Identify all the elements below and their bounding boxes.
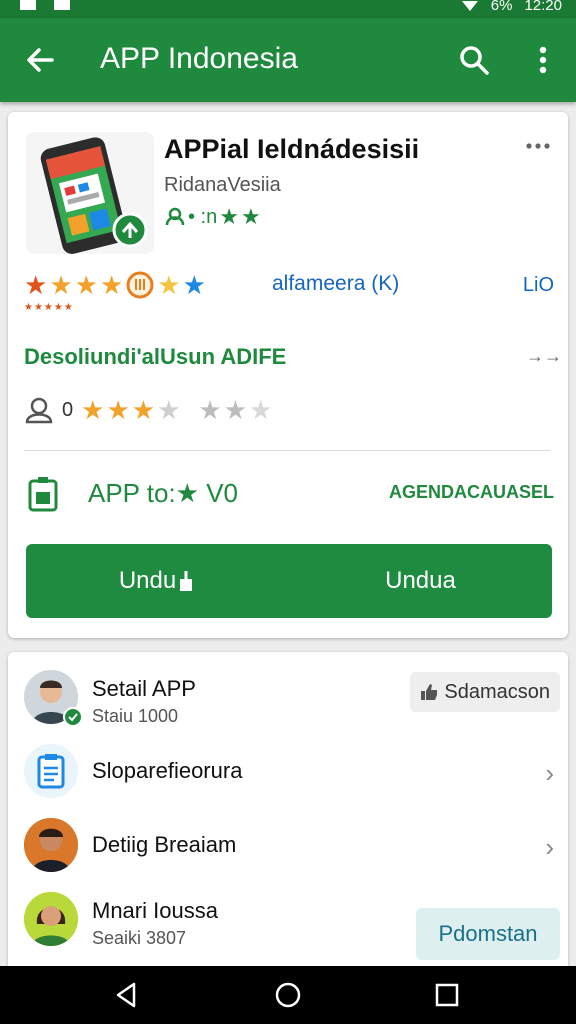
star-icon: ★ <box>198 395 222 425</box>
star-icon: ★ <box>223 395 247 425</box>
navigation-bar <box>0 966 576 1024</box>
status-right: 6% 12:20 <box>461 0 562 14</box>
person-icon <box>165 207 185 226</box>
star-icon: ★ <box>157 395 181 425</box>
app-name: APPial Ieldnádesisii <box>164 134 420 164</box>
clock: 12:20 <box>524 0 562 14</box>
user-rating-stars[interactable]: ★ ★ ★ ★ ★ ★ ★ <box>81 397 272 423</box>
download-icon <box>180 571 193 591</box>
list-item[interactable]: Setail APP Staiu 1000 Sdamacson <box>24 666 560 730</box>
list-item-icon-bg <box>24 744 78 798</box>
download-button[interactable]: Undu Undua <box>26 544 552 618</box>
person-avatar-icon <box>24 892 78 946</box>
list-item-title: Detiig Breaiam <box>92 832 237 857</box>
star-icon: ★ <box>99 270 124 300</box>
list-item[interactable]: Detiig Breaiam › <box>24 814 554 878</box>
app-icon[interactable] <box>26 132 154 254</box>
download-right-button[interactable]: Undua <box>289 544 552 618</box>
list-item-title: Sloparefieorura <box>92 758 243 783</box>
search-icon[interactable] <box>456 42 492 78</box>
clipboard-icon <box>37 754 65 789</box>
app-bar: APP Indonesia <box>0 18 576 102</box>
list-item-subtitle: Seaiki 3807 <box>92 928 187 948</box>
list-item-subtitle: Staiu 1000 <box>92 706 179 726</box>
install-text: APP to:★ V0 <box>88 478 239 508</box>
star-icon: ★ <box>240 204 261 229</box>
notification-icon <box>52 0 72 12</box>
verified-badge-icon <box>63 707 83 727</box>
star-icon: ★ <box>131 395 156 425</box>
app-detail-card: APPial Ieldnádesisii RidanaVesiia • :n ★… <box>8 112 568 638</box>
star-icon: ★ <box>106 395 130 425</box>
list-item[interactable]: Sloparefieorura › <box>24 740 554 804</box>
person-avatar-icon <box>24 818 78 872</box>
star-icon: ★ <box>219 204 239 229</box>
avatar <box>24 892 78 946</box>
status-notification-icons <box>18 0 72 12</box>
more-vert-icon[interactable] <box>530 42 556 78</box>
install-link[interactable]: AGENDACAUASEL <box>389 482 554 503</box>
list-item-title: Setail APP <box>92 676 196 701</box>
star-icon: ★ <box>249 395 273 425</box>
section-title[interactable]: Desoliundi'alUsun ADIFE <box>24 344 286 370</box>
developer-name[interactable]: RidanaVesiia <box>164 174 281 197</box>
meta-text: • :n <box>188 205 218 228</box>
wifi-icon <box>461 0 478 11</box>
battery-icon <box>28 477 58 512</box>
details-list-card: Setail APP Staiu 1000 Sdamacson Sloparef… <box>8 652 568 982</box>
star-icon: ★ <box>74 270 98 300</box>
action-chip-button[interactable]: Pdomstan <box>416 908 560 960</box>
person-icon <box>25 397 53 424</box>
page-title: APP Indonesia <box>100 42 298 75</box>
like-chip-label: Sdamacson <box>444 680 550 703</box>
star-icon: ★ <box>49 270 73 300</box>
coin-icon <box>126 271 154 299</box>
nav-recents-icon[interactable] <box>432 980 462 1010</box>
rating-text: alfameera (K) <box>272 272 400 295</box>
like-icon <box>421 684 438 700</box>
star-icon: ★ <box>81 395 105 425</box>
notification-icon <box>18 0 38 12</box>
status-bar: 6% 12:20 <box>0 0 576 18</box>
star-icon: ★ <box>157 270 181 300</box>
star-icon: ★ <box>24 270 48 300</box>
section-arrow-icon[interactable]: →→ <box>526 346 562 367</box>
back-arrow-icon[interactable] <box>22 42 58 78</box>
list-item[interactable]: Mnari Ioussa Seaiki 3807 Pdomstan <box>24 888 560 960</box>
user-rating: 0 ★ ★ ★ ★ ★ ★ ★ <box>24 394 272 426</box>
chevron-right-icon[interactable]: › <box>545 832 554 863</box>
star-icon: ★ <box>182 270 206 300</box>
avatar <box>24 818 78 872</box>
battery-text: 6% <box>490 0 513 14</box>
install-row: APP to:★ V0 AGENDACAUASEL <box>24 472 554 518</box>
divider <box>24 450 550 451</box>
like-chip-button[interactable]: Sdamacson <box>410 672 560 712</box>
nav-home-icon[interactable] <box>273 980 303 1010</box>
download-left-label: Undu <box>118 567 177 594</box>
rating-link[interactable]: LiO <box>523 274 554 297</box>
user-rating-count: 0 <box>62 398 74 421</box>
list-item-title: Mnari Ioussa <box>92 898 218 923</box>
more-horiz-icon[interactable] <box>524 138 552 154</box>
tiny-stars: ★★★★★ <box>24 302 74 313</box>
app-meta: • :n ★ ★ <box>164 204 261 230</box>
nav-back-icon[interactable] <box>112 980 142 1010</box>
rating-row: ★ ★ ★ ★ ★ ★ alfameera (K) LiO <box>24 270 554 310</box>
download-left-button[interactable]: Undu <box>26 544 289 618</box>
chevron-right-icon[interactable]: › <box>545 758 554 789</box>
